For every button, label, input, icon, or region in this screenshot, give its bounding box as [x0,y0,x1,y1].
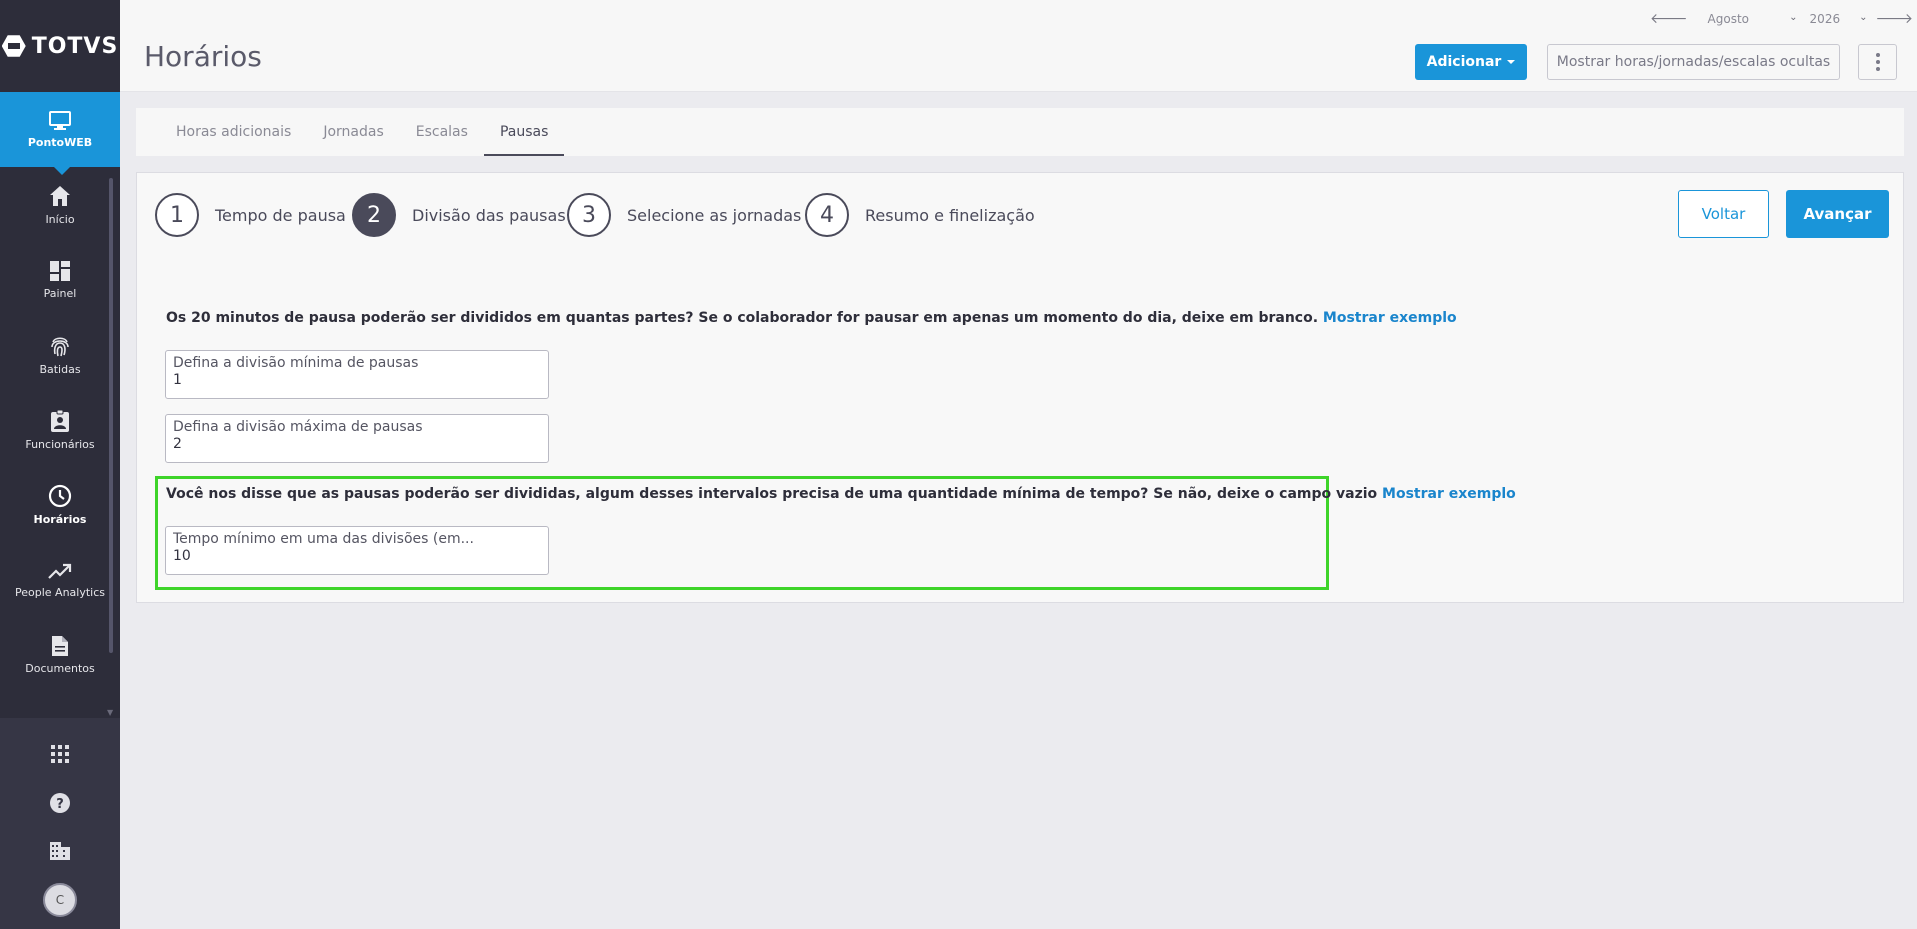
next-button[interactable]: Avançar [1786,190,1889,238]
step-label: Resumo e finelização [865,205,1035,225]
year-select[interactable]: 2026 ⌄ [1810,12,1868,26]
apps-grid-icon[interactable] [48,742,72,766]
kebab-dot [1875,60,1880,64]
sidebar-item-people-analytics[interactable]: People Analytics [0,542,120,617]
field-label: Tempo mínimo em uma das divisões (em... [173,531,474,547]
show-example-link[interactable]: Mostrar exemplo [1382,486,1516,502]
sidebar-item-inicio[interactable]: Início [0,167,120,242]
tab-pausas[interactable]: Pausas [483,108,565,156]
document-icon [51,635,69,657]
logo-text: TOTVS [31,33,119,59]
sidebar-item-painel[interactable]: Painel [0,242,120,317]
trending-up-icon [48,561,72,581]
badge-icon [50,409,70,433]
tab-horas-adicionais[interactable]: Horas adicionais [160,108,307,156]
fingerprint-icon [49,334,71,358]
wizard-content: Os 20 minutos de pausa poderão ser divid… [136,253,1904,603]
tab-jornadas[interactable]: Jornadas [307,108,399,156]
step-number: 2 [352,193,396,237]
field-label: Defina a divisão máxima de pausas [173,419,423,435]
month-select[interactable]: Agosto ⌄ [1708,12,1798,26]
field-label: Defina a divisão mínima de pausas [173,355,419,371]
max-division-input[interactable]: 2 [173,436,541,452]
chevron-down-icon: ⌄ [1859,11,1868,23]
question-text: Os 20 minutos de pausa poderão ser divid… [166,310,1319,326]
step-label: Divisão das pausas [412,205,566,225]
scroll-down-icon[interactable]: ▼ [107,708,113,717]
totvs-logo[interactable]: TOTVS [0,0,120,92]
kebab-dot [1875,67,1880,71]
home-icon [48,184,72,208]
sidebar-item-funcionarios[interactable]: Funcionários [0,392,120,467]
clock-icon [48,484,72,508]
step-number: 3 [567,193,611,237]
show-hidden-button[interactable]: Mostrar horas/jornadas/escalas ocultas [1547,44,1840,80]
min-division-field[interactable]: Defina a divisão mínima de pausas 1 [165,350,549,399]
sidebar-item-label: Horários [33,512,87,526]
step-3: 3 Selecione as jornadas [567,193,801,237]
min-time-field[interactable]: Tempo mínimo em uma das divisões (em... … [165,526,549,575]
step-2: 2 Divisão das pausas [352,193,566,237]
year-value: 2026 [1809,11,1841,26]
help-icon[interactable]: ? [48,791,72,815]
sidebar-item-label: Painel [43,286,77,300]
add-button[interactable]: Adicionar [1415,44,1527,80]
step-4: 4 Resumo e finelização [805,193,1035,237]
app-switcher-pontoweb[interactable]: PontoWEB [0,92,120,175]
tab-escalas[interactable]: Escalas [400,108,484,156]
sidebar-item-documentos[interactable]: Documentos [0,617,120,692]
step-label: Tempo de pausa [215,205,346,225]
totvs-logo-icon [1,35,26,57]
page-title: Horários [144,40,262,73]
step-1: 1 Tempo de pausa [155,193,346,237]
step-number: 1 [155,193,199,237]
sidebar-nav: Início Painel Batidas Funcionários Horár… [0,167,120,692]
back-button[interactable]: Voltar [1678,190,1769,238]
min-time-input[interactable]: 10 [173,548,541,564]
kebab-menu-icon [1875,53,1880,57]
period-selector: 🡐 Agosto ⌄ 2026 ⌄ 🡒 [1650,10,1913,27]
sidebar-scrollbar[interactable] [109,178,113,653]
sidebar-item-label: Documentos [25,661,95,675]
monitor-icon [48,110,72,132]
sidebar-item-label: Funcionários [25,437,95,451]
dashboard-icon [49,260,71,282]
show-example-link[interactable]: Mostrar exemplo [1323,310,1457,326]
sidebar-item-label: Início [45,212,75,226]
previous-arrow-icon[interactable]: 🡐 [1650,10,1688,27]
min-time-question: Você nos disse que as pausas poderão ser… [166,486,1516,502]
more-options-button[interactable] [1858,44,1897,80]
sidebar-item-label: Batidas [39,362,81,376]
sidebar: TOTVS PontoWEB Início Painel Batidas Fun… [0,0,120,929]
svg-text:?: ? [56,797,64,812]
chevron-down-icon: ⌄ [1789,11,1798,23]
max-division-field[interactable]: Defina a divisão máxima de pausas 2 [165,414,549,463]
next-arrow-icon[interactable]: 🡒 [1876,10,1914,27]
min-division-input[interactable]: 1 [173,372,541,388]
page-header: Horários 🡐 Agosto ⌄ 2026 ⌄ 🡒 Adicionar M… [120,0,1917,92]
sidebar-item-label: People Analytics [15,585,105,599]
question-text: Você nos disse que as pausas poderão ser… [166,486,1378,502]
division-question: Os 20 minutos de pausa poderão ser divid… [166,310,1457,326]
avatar[interactable]: C [43,883,77,917]
sidebar-item-batidas[interactable]: Batidas [0,317,120,392]
month-value: Agosto [1707,11,1750,26]
add-button-label: Adicionar [1426,54,1502,70]
sidebar-item-horarios[interactable]: Horários [0,467,120,542]
app-label: PontoWEB [27,136,93,149]
wizard-stepper: 1 Tempo de pausa 2 Divisão das pausas 3 … [136,172,1904,254]
building-icon[interactable] [48,839,72,863]
step-number: 4 [805,193,849,237]
tabs-bar: Horas adicionais Jornadas Escalas Pausas [136,108,1904,156]
step-label: Selecione as jornadas [627,205,802,225]
caret-down-icon [1507,60,1516,64]
